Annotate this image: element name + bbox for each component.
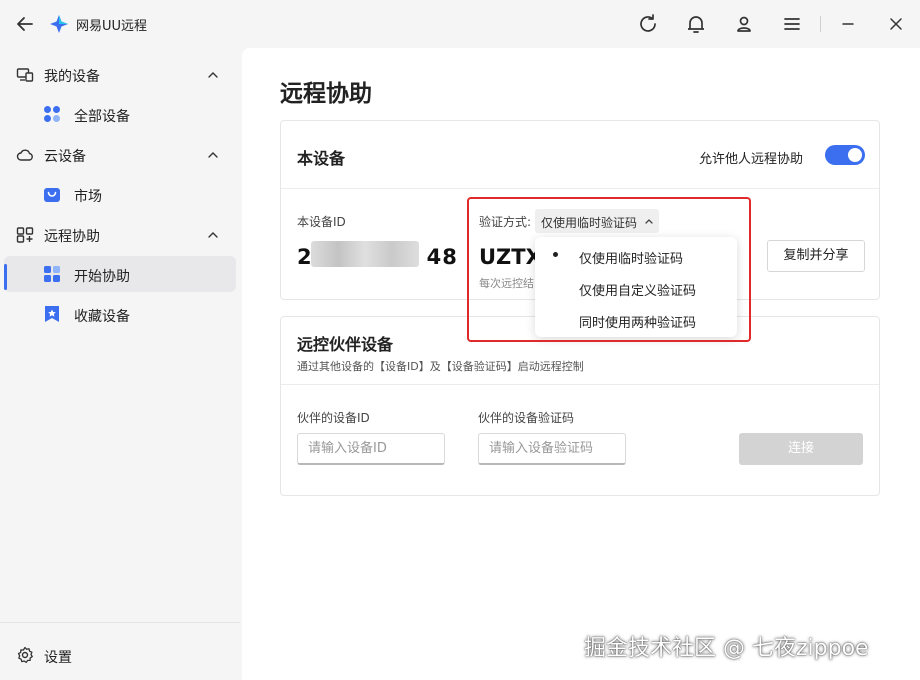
highlight-box	[467, 197, 751, 342]
active-indicator	[4, 264, 7, 290]
user-icon[interactable]	[732, 12, 756, 36]
device-id-blur	[311, 241, 419, 267]
sidebar-item-label: 收藏设备	[74, 309, 130, 325]
connect-button[interactable]: 连接	[739, 433, 863, 465]
card-title: 本设备	[297, 149, 346, 168]
sidebar-group-label: 云设备	[44, 149, 86, 165]
settings-button[interactable]: 设置	[0, 638, 240, 674]
sidebar-group-remote-assist[interactable]: 远程协助	[0, 214, 240, 254]
sidebar-item-label: 全部设备	[74, 109, 130, 125]
devices-icon	[16, 68, 34, 82]
titlebar-separator	[820, 16, 821, 32]
minimize-icon[interactable]	[836, 12, 860, 36]
app-title: 网易UU远程	[76, 19, 148, 34]
shopping-bag-icon	[44, 188, 60, 202]
card-divider	[281, 384, 879, 385]
sidebar-item-label: 开始协助	[74, 269, 130, 285]
chevron-up-icon[interactable]	[206, 228, 220, 242]
sidebar-group-my-devices[interactable]: 我的设备	[0, 54, 240, 94]
sidebar-item-start-assist[interactable]: 开始协助	[4, 256, 236, 292]
bell-icon[interactable]	[684, 12, 708, 36]
partner-code-input[interactable]: 请输入设备验证码	[478, 433, 626, 465]
sidebar: 我的设备 全部设备 云设备 市场 远程协助 开始协助 收藏设备 设置	[0, 48, 240, 680]
app-logo-icon	[50, 15, 68, 33]
partner-device-card: 远控伙伴设备 通过其他设备的【设备ID】及【设备验证码】启动远程控制 伙伴的设备…	[280, 316, 880, 496]
sidebar-group-cloud-devices[interactable]: 云设备	[0, 134, 240, 174]
allow-remote-label: 允许他人远程协助	[699, 152, 804, 167]
sidebar-group-label: 远程协助	[44, 229, 100, 245]
menu-icon[interactable]	[780, 12, 804, 36]
allow-remote-toggle[interactable]	[825, 145, 865, 165]
refresh-icon[interactable]	[636, 12, 660, 36]
close-icon[interactable]	[884, 12, 908, 36]
bookmark-star-icon	[45, 306, 59, 322]
remote-assist-icon	[16, 227, 34, 243]
settings-label: 设置	[44, 650, 72, 666]
card-title: 远控伙伴设备	[297, 335, 394, 354]
copy-and-share-button[interactable]: 复制并分享	[767, 240, 865, 272]
sidebar-group-label: 我的设备	[44, 69, 100, 85]
sidebar-divider	[0, 622, 240, 623]
sidebar-item-label: 市场	[74, 189, 102, 205]
watermark: 掘金技术社区 @ 七夜zippoe	[584, 636, 869, 661]
partner-code-label: 伙伴的设备验证码	[478, 411, 575, 425]
sidebar-item-all-devices[interactable]: 全部设备	[4, 96, 236, 132]
card-divider	[281, 188, 879, 189]
grid-dots-icon	[44, 106, 60, 122]
chevron-up-icon[interactable]	[206, 148, 220, 162]
partner-id-input[interactable]: 请输入设备ID	[297, 433, 445, 465]
chevron-up-icon[interactable]	[206, 68, 220, 82]
title-bar: 网易UU远程	[0, 0, 920, 48]
device-id-label: 本设备ID	[297, 215, 346, 229]
partner-id-label: 伙伴的设备ID	[297, 411, 370, 425]
card-subtitle: 通过其他设备的【设备ID】及【设备验证码】启动远程控制	[297, 360, 584, 373]
sidebar-item-market[interactable]: 市场	[4, 176, 236, 212]
cloud-icon	[16, 149, 33, 161]
main-panel: 远程协助 本设备 允许他人远程协助 本设备ID 2 48 验证方式: 仅使用临时验…	[242, 48, 920, 680]
page-title: 远程协助	[280, 81, 372, 107]
back-arrow-icon[interactable]	[14, 13, 36, 35]
gear-icon	[17, 646, 33, 664]
sidebar-item-favorite-devices[interactable]: 收藏设备	[4, 296, 236, 332]
start-assist-icon	[44, 266, 60, 282]
